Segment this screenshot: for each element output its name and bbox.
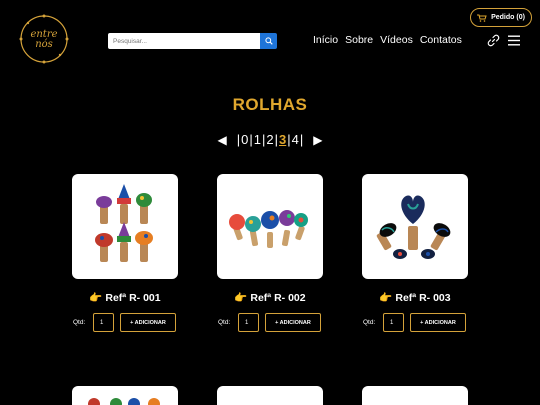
prev-page-button[interactable]: ◀: [218, 133, 227, 147]
product-card: 👉 Refª R- 003 Qtd: 1 + ADICIONAR: [362, 174, 468, 332]
page-title: ROLHAS: [232, 95, 308, 114]
page-link-1[interactable]: 1: [254, 132, 261, 147]
quantity-label: Qtd:: [363, 319, 376, 326]
search-bar: [108, 33, 277, 49]
wine-stopper-photo: [88, 398, 160, 405]
product-card: 👉 Refª R- 002 Qtd: 1 + ADICIONAR: [217, 174, 323, 332]
product-card: 👉 Refª R- 001 Qtd: 1 + ADICIONAR: [72, 174, 178, 332]
next-page-button[interactable]: ▶: [313, 133, 322, 147]
page-link-2[interactable]: 2: [266, 132, 273, 147]
main-nav: Início Sobre Vídeos Contatos: [313, 34, 462, 46]
search-icon: [264, 37, 273, 45]
cart-icon: [477, 14, 487, 22]
pagination: ◀ | 0 | 1 | 2 | 3 | 4 | ▶: [0, 132, 540, 147]
nav-item-contatos[interactable]: Contatos: [420, 34, 462, 46]
quantity-input[interactable]: 1: [93, 313, 114, 332]
product-card: [72, 386, 178, 405]
pagination-separator: |: [299, 132, 304, 147]
product-card: [362, 386, 468, 405]
product-image[interactable]: [217, 386, 323, 405]
search-input[interactable]: [108, 33, 260, 49]
nav-item-videos[interactable]: Vídeos: [380, 34, 413, 46]
order-button[interactable]: Pedido (0): [470, 8, 532, 27]
quantity-input[interactable]: 1: [383, 313, 404, 332]
pagination-separator: |: [236, 132, 241, 147]
product-name: 👉 Refª R- 003: [379, 292, 451, 304]
product-card: [217, 386, 323, 405]
product-name: 👉 Refª R- 001: [89, 292, 161, 304]
svg-text:nós: nós: [35, 39, 53, 50]
menu-icon[interactable]: [508, 35, 520, 46]
product-image[interactable]: [72, 174, 178, 279]
add-button[interactable]: + ADICIONAR: [120, 313, 176, 332]
quantity-input[interactable]: 1: [238, 313, 259, 332]
order-button-label: Pedido (0): [491, 14, 525, 21]
product-image[interactable]: [72, 386, 178, 405]
product-image[interactable]: [362, 174, 468, 279]
pagination-separator: |: [287, 132, 291, 147]
product-image[interactable]: [362, 386, 468, 405]
add-to-order-row: Qtd: 1 + ADICIONAR: [217, 313, 323, 332]
add-to-order-row: Qtd: 1 + ADICIONAR: [362, 313, 468, 332]
product-name: 👉 Refª R- 002: [234, 292, 306, 304]
wine-stopper-photo: [229, 210, 308, 248]
quantity-label: Qtd:: [218, 319, 231, 326]
page-link-0[interactable]: 0: [241, 132, 248, 147]
page-link-4[interactable]: 4: [292, 132, 299, 147]
nav-item-inicio[interactable]: Início: [313, 34, 338, 46]
logo[interactable]: entre nós: [18, 13, 70, 65]
page-link-current[interactable]: 3: [279, 132, 286, 147]
pagination-separator: |: [274, 132, 278, 147]
product-image[interactable]: [217, 174, 323, 279]
wine-stopper-photo: [95, 184, 153, 262]
link-icon[interactable]: [487, 34, 500, 47]
quantity-label: Qtd:: [73, 319, 86, 326]
wine-stopper-photo: [376, 195, 451, 259]
add-button[interactable]: + ADICIONAR: [265, 313, 321, 332]
search-button[interactable]: [260, 33, 277, 49]
pagination-separator: |: [261, 132, 266, 147]
add-button[interactable]: + ADICIONAR: [410, 313, 466, 332]
add-to-order-row: Qtd: 1 + ADICIONAR: [72, 313, 178, 332]
nav-item-sobre[interactable]: Sobre: [345, 34, 373, 46]
pagination-separator: |: [249, 132, 253, 147]
